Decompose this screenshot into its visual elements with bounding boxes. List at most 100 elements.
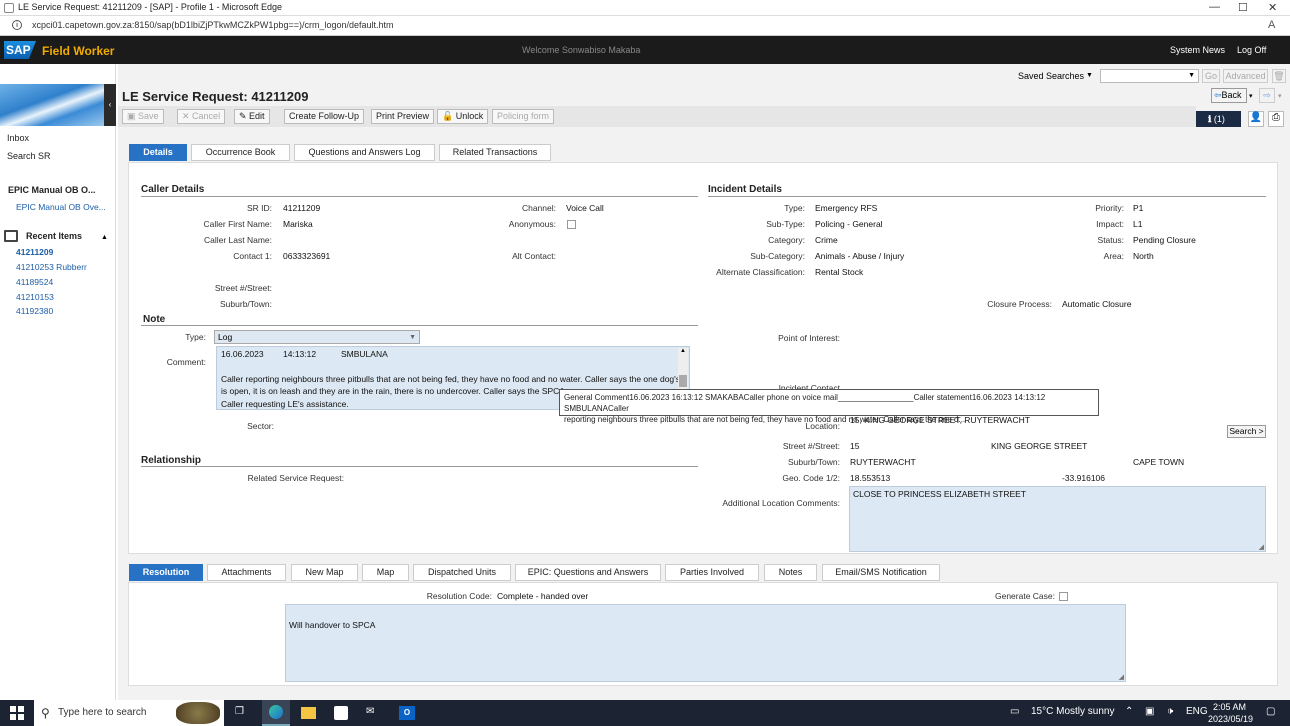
forward-history-icon[interactable]: ▾: [1278, 92, 1282, 100]
search-location-button[interactable]: Search >: [1227, 425, 1266, 438]
task-view-icon[interactable]: ❐: [235, 706, 244, 717]
outlook-icon[interactable]: O: [399, 706, 415, 720]
divider: [708, 196, 1266, 197]
store-icon[interactable]: [334, 706, 348, 720]
resize-handle-icon[interactable]: ◢: [1259, 543, 1264, 551]
comment-line: is open, it is on leash and they are in …: [221, 386, 578, 396]
recent-item[interactable]: 41189524: [16, 277, 53, 287]
go-button[interactable]: Go: [1202, 69, 1220, 83]
saved-search-select[interactable]: ▼: [1100, 69, 1199, 83]
notification-button[interactable]: ℹ (1): [1196, 111, 1241, 127]
recent-item[interactable]: 41210253 Rubberr: [16, 262, 87, 272]
chevron-up-icon[interactable]: ⌃: [1125, 706, 1133, 717]
tab-attachments[interactable]: Attachments: [207, 564, 286, 581]
save-icon: ▣: [127, 111, 139, 121]
epic-manual-link[interactable]: EPIC Manual OB Ove...: [16, 202, 106, 212]
tab-details[interactable]: Details: [129, 144, 187, 161]
create-follow-up-button[interactable]: Create Follow-Up: [284, 109, 365, 124]
resolution-textarea[interactable]: Will handover to SPCA ◢: [285, 604, 1126, 682]
chevron-down-icon[interactable]: ▼: [1086, 72, 1093, 79]
log-off-link[interactable]: Log Off: [1237, 45, 1266, 55]
scroll-up-icon[interactable]: ▲: [678, 348, 688, 354]
channel-value: Voice Call: [566, 203, 604, 213]
network-icon[interactable]: ▣: [1145, 706, 1154, 717]
recent-item[interactable]: 41210153: [16, 292, 54, 302]
comment-date: 16.06.2023: [221, 349, 264, 359]
saved-searches-label[interactable]: Saved Searches: [1018, 71, 1084, 81]
file-explorer-icon[interactable]: [301, 707, 316, 719]
scroll-thumb[interactable]: [679, 375, 687, 387]
language-indicator[interactable]: ENG: [1186, 706, 1208, 717]
cancel-button[interactable]: ✕ Cancel: [177, 109, 226, 124]
advanced-button[interactable]: Advanced: [1223, 69, 1268, 83]
weather-icon[interactable]: ▭: [1010, 706, 1019, 717]
recent-item[interactable]: 41192380: [16, 306, 53, 316]
tab-email-sms-notification[interactable]: Email/SMS Notification: [822, 564, 940, 581]
tab-related-transactions[interactable]: Related Transactions: [439, 144, 551, 161]
trash-icon[interactable]: 🗑: [1272, 69, 1286, 83]
comment-line: Caller reporting neighbours three pitbul…: [221, 374, 681, 384]
mail-icon[interactable]: ✉: [366, 706, 374, 717]
tab-questions-answers-log[interactable]: Questions and Answers Log: [294, 144, 435, 161]
tab-resolution[interactable]: Resolution: [129, 564, 203, 581]
tab-notes[interactable]: Notes: [764, 564, 817, 581]
print-preview-button[interactable]: Print Preview: [371, 109, 435, 124]
recent-items-title: Recent Items: [26, 231, 83, 241]
edge-taskbar-icon[interactable]: [262, 700, 290, 726]
printer-icon[interactable]: ⎙: [1268, 111, 1284, 127]
url-text[interactable]: xcpci01.capetown.gov.za:8150/sap(bD1lbiZ…: [32, 20, 394, 30]
collapse-nav-icon[interactable]: ‹: [104, 84, 116, 126]
notifications-icon[interactable]: ▢: [1266, 706, 1275, 717]
address-bar[interactable]: i xcpci01.capetown.gov.za:8150/sap(bD1lb…: [0, 16, 1290, 36]
tab-map[interactable]: Map: [362, 564, 409, 581]
maximize-icon[interactable]: ☐: [1238, 1, 1248, 14]
clock-date[interactable]: 2023/05/19: [1208, 714, 1253, 724]
generate-case-checkbox[interactable]: [1059, 592, 1068, 601]
geo-code-2-value: -33.916106: [1062, 473, 1106, 483]
taskbar-search-placeholder: Type here to search: [58, 707, 147, 718]
windows-start-icon[interactable]: [10, 706, 24, 720]
weather-text[interactable]: 15°C Mostly sunny: [1031, 706, 1114, 717]
unlock-button[interactable]: 🔓 Unlock: [437, 109, 489, 124]
clock-time[interactable]: 2:05 AM: [1212, 702, 1246, 712]
system-news-link[interactable]: System News: [1170, 45, 1225, 55]
comment-line: Caller requesting LE's assistance.: [221, 399, 349, 409]
recent-item[interactable]: 41211209: [16, 247, 53, 257]
anonymous-checkbox[interactable]: [567, 220, 576, 229]
back-history-icon[interactable]: ▾: [1249, 92, 1253, 100]
nav-search-sr[interactable]: Search SR: [7, 151, 51, 161]
policing-form-button[interactable]: Policing form: [492, 109, 555, 124]
info-icon[interactable]: i: [12, 20, 22, 30]
edit-button[interactable]: ✎ Edit: [234, 109, 270, 124]
tab-dispatched-units[interactable]: Dispatched Units: [413, 564, 511, 581]
tab-parties-involved[interactable]: Parties Involved: [665, 564, 759, 581]
collapse-recent-icon[interactable]: ▲: [101, 234, 108, 241]
nav-inbox[interactable]: Inbox: [7, 133, 29, 143]
unlock-icon: 🔓: [442, 111, 456, 121]
welcome-text: Welcome Sonwabiso Makaba: [522, 45, 641, 55]
priority-label: Priority:: [1095, 203, 1124, 213]
street-number-value: 15: [850, 441, 860, 451]
volume-icon[interactable]: 🕩: [1167, 706, 1173, 717]
alt-contact-label: Alt Contact:: [512, 251, 556, 261]
close-icon[interactable]: ✕: [1268, 1, 1277, 14]
note-type-select[interactable]: Log ▼: [214, 330, 420, 344]
resize-handle-icon[interactable]: ◢: [1119, 673, 1124, 681]
read-aloud-icon[interactable]: A: [1268, 19, 1275, 31]
sap-header: [0, 36, 1290, 64]
tab-occurrence-book[interactable]: Occurrence Book: [191, 144, 290, 161]
epic-group-title[interactable]: EPIC Manual OB O...: [8, 185, 96, 195]
additional-location-textarea[interactable]: CLOSE TO PRINCESS ELIZABETH STREET ◢: [849, 486, 1266, 552]
personalize-icon[interactable]: 👤: [1248, 111, 1264, 127]
minimize-icon[interactable]: —: [1209, 1, 1220, 13]
forward-icon[interactable]: ⇨: [1259, 88, 1275, 103]
sr-id-value: 41211209: [283, 203, 321, 213]
back-button[interactable]: ⇦Back: [1211, 88, 1247, 103]
tab-new-map[interactable]: New Map: [291, 564, 358, 581]
sector-label: Sector:: [247, 421, 274, 431]
save-button[interactable]: ▣ Save: [122, 109, 164, 124]
tab-epic-questions-answers[interactable]: EPIC: Questions and Answers: [515, 564, 661, 581]
chevron-down-icon: ▼: [409, 334, 416, 341]
sub-category-label: Sub-Category:: [750, 251, 805, 261]
browser-title-bar: LE Service Request: 41211209 - [SAP] - P…: [0, 0, 1290, 16]
